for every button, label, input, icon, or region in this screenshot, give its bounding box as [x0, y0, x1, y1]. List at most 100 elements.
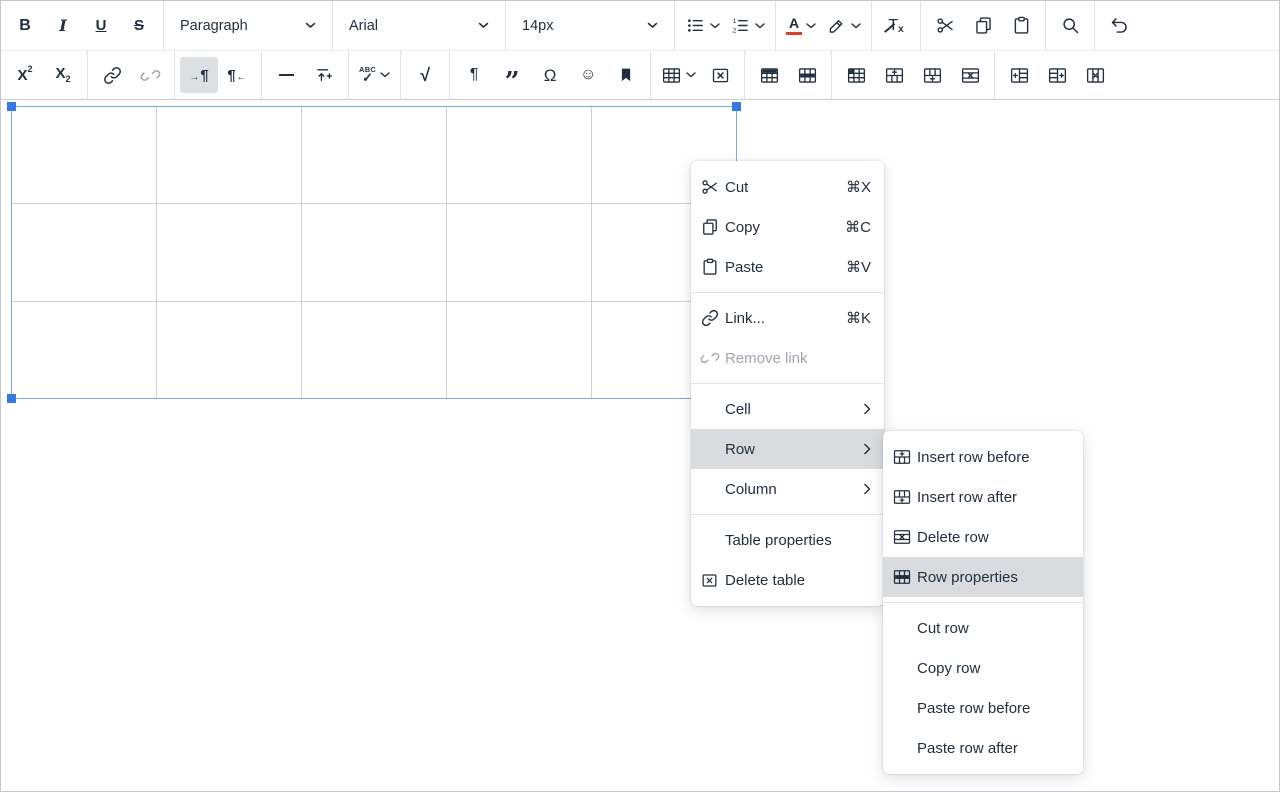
table-menu-button[interactable]	[656, 57, 701, 93]
clipboard-paste-icon	[1011, 15, 1032, 36]
horizontal-rule-button[interactable]	[267, 57, 305, 93]
table-cell[interactable]	[447, 107, 592, 204]
paste-button[interactable]	[1002, 8, 1040, 44]
page-break-button[interactable]	[305, 57, 343, 93]
table-properties-button[interactable]	[750, 57, 788, 93]
submenu-item-cut-row[interactable]: Cut row	[883, 608, 1083, 648]
submenu-item-row-properties[interactable]: Row properties	[883, 557, 1083, 597]
chevron-down-icon	[686, 72, 696, 78]
text-color-icon: A	[786, 16, 802, 35]
toolbar-separator	[174, 51, 175, 99]
table-cell-properties-button[interactable]	[837, 57, 875, 93]
horizontal-rule-icon	[279, 74, 294, 76]
selected-content-table[interactable]	[11, 106, 737, 399]
delete-column-button[interactable]	[1076, 57, 1114, 93]
content-table[interactable]	[11, 106, 737, 399]
italic-button[interactable]: I	[44, 8, 82, 44]
paragraph-style-dropdown[interactable]: Paragraph	[169, 8, 327, 44]
submenu-item-paste-row-after[interactable]: Paste row after	[883, 728, 1083, 768]
context-menu-item-paste[interactable]: Paste ⌘V	[691, 247, 884, 287]
underline-button[interactable]: U	[82, 8, 120, 44]
resize-handle-top-right[interactable]	[732, 102, 741, 111]
submenu-item-insert-row-before[interactable]: Insert row before	[883, 437, 1083, 477]
menu-item-label: Column	[725, 481, 856, 498]
rtl-pilcrow-glyph: ¶	[227, 68, 235, 83]
toolbar-separator	[261, 51, 262, 99]
table-cell[interactable]	[12, 301, 157, 398]
highlight-color-button[interactable]	[821, 8, 866, 44]
table-cell[interactable]	[12, 107, 157, 204]
superscript-base-glyph: X	[17, 68, 27, 83]
special-character-button[interactable]: Ω	[531, 57, 569, 93]
insert-row-before-button[interactable]	[875, 57, 913, 93]
resize-handle-bottom-left[interactable]	[7, 394, 16, 403]
paragraph-marks-button[interactable]: ¶	[455, 57, 493, 93]
context-menu-item-cell[interactable]: Cell	[691, 389, 884, 429]
anchor-bookmark-button[interactable]	[607, 57, 645, 93]
blockquote-button[interactable]: ”	[493, 57, 531, 93]
table-cell[interactable]	[157, 204, 302, 301]
table-cell[interactable]	[12, 204, 157, 301]
numbered-list-button[interactable]: 12	[725, 8, 770, 44]
submenu-item-copy-row[interactable]: Copy row	[883, 648, 1083, 688]
context-menu-item-column[interactable]: Column	[691, 469, 884, 509]
bold-icon: B	[19, 18, 31, 34]
context-menu-item-remove-link[interactable]: Remove link	[691, 338, 884, 378]
search-button[interactable]	[1051, 8, 1089, 44]
insert-column-before-button[interactable]	[1000, 57, 1038, 93]
copy-button[interactable]	[964, 8, 1002, 44]
table-cell[interactable]	[302, 301, 447, 398]
insert-row-after-button[interactable]	[913, 57, 951, 93]
shortcut-label: ⌘K	[846, 309, 871, 327]
superscript-button[interactable]: X2	[6, 57, 44, 93]
table-cell[interactable]	[157, 301, 302, 398]
toolbar-separator	[87, 51, 88, 99]
context-menu-item-copy[interactable]: Copy ⌘C	[691, 207, 884, 247]
font-size-dropdown[interactable]: 14px	[511, 8, 669, 44]
cut-button[interactable]	[926, 8, 964, 44]
context-menu-item-delete-table[interactable]: Delete table	[691, 560, 884, 600]
subscript-button[interactable]: X2	[44, 57, 82, 93]
resize-handle-top-left[interactable]	[7, 102, 16, 111]
spellcheck-button[interactable]: ABC ✓	[354, 57, 395, 93]
submenu-item-delete-row[interactable]: Delete row	[883, 517, 1083, 557]
toolbar-row-1: B I U S Paragraph Arial 14px 12	[1, 1, 1279, 51]
delete-row-button[interactable]	[951, 57, 989, 93]
menu-item-label: Table properties	[725, 532, 871, 549]
square-root-button[interactable]: √	[406, 57, 444, 93]
bold-button[interactable]: B	[6, 8, 44, 44]
submenu-item-paste-row-before[interactable]: Paste row before	[883, 688, 1083, 728]
insert-link-button[interactable]	[93, 57, 131, 93]
text-color-letter: A	[789, 16, 799, 30]
table-cell[interactable]	[447, 204, 592, 301]
editor-canvas[interactable]	[1, 101, 1279, 791]
table-cell[interactable]	[447, 301, 592, 398]
table-cell[interactable]	[302, 204, 447, 301]
subscript-base-glyph: X	[55, 66, 65, 81]
clear-formatting-button[interactable]: T x	[877, 8, 915, 44]
delete-table-button[interactable]	[701, 57, 739, 93]
menu-item-label: Remove link	[725, 350, 871, 367]
emoticon-button[interactable]: ☺	[569, 57, 607, 93]
context-menu-item-table-properties[interactable]: Table properties	[691, 520, 884, 560]
toolbar-separator	[163, 1, 164, 50]
table-cell[interactable]	[157, 107, 302, 204]
font-family-dropdown[interactable]: Arial	[338, 8, 500, 44]
table-cell[interactable]	[302, 107, 447, 204]
left-to-right-button[interactable]: →¶	[180, 57, 218, 93]
context-menu-item-row[interactable]: Row	[691, 429, 884, 469]
table-row	[12, 107, 737, 204]
submenu-item-insert-row-after[interactable]: Insert row after	[883, 477, 1083, 517]
context-menu-item-link[interactable]: Link... ⌘K	[691, 298, 884, 338]
bullet-list-button[interactable]	[680, 8, 725, 44]
remove-link-button[interactable]	[131, 57, 169, 93]
strikethrough-button[interactable]: S	[120, 8, 158, 44]
text-color-button[interactable]: A	[781, 8, 821, 44]
menu-item-label: Paste row after	[917, 740, 1070, 757]
delete-column-icon	[1085, 65, 1106, 86]
table-row-properties-button[interactable]	[788, 57, 826, 93]
right-to-left-button[interactable]: ¶←	[218, 57, 256, 93]
insert-column-after-button[interactable]	[1038, 57, 1076, 93]
context-menu-item-cut[interactable]: Cut ⌘X	[691, 167, 884, 207]
undo-button[interactable]	[1100, 8, 1138, 44]
